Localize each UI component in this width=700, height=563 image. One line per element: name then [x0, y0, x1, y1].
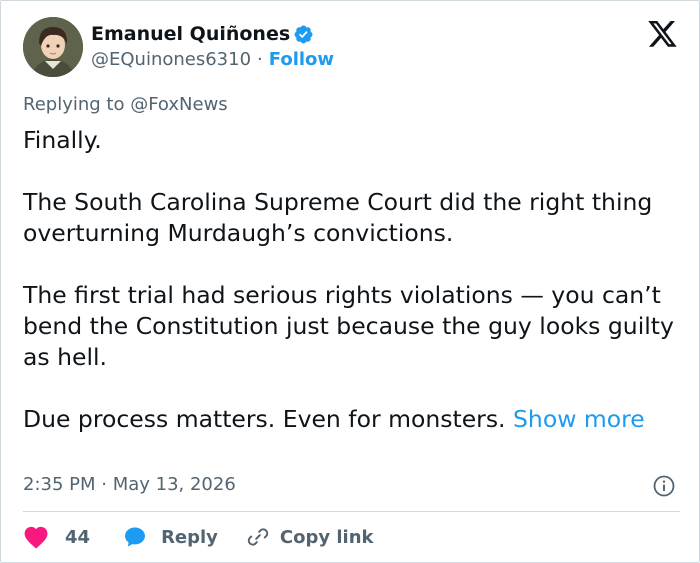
avatar[interactable]	[23, 17, 83, 77]
reply-label: Reply	[161, 526, 218, 548]
tweet-card: Emanuel Quiñones @EQuinones6310 · Follow…	[0, 0, 700, 563]
show-more-link[interactable]: Show more	[513, 405, 645, 433]
divider	[23, 511, 680, 512]
info-icon[interactable]	[652, 474, 676, 498]
heart-icon	[24, 526, 48, 549]
like-count: 44	[65, 526, 91, 548]
reply-button[interactable]: Reply	[123, 525, 218, 549]
tweet-paragraph: Due process matters. Even for monsters.	[23, 405, 506, 433]
copy-link-button[interactable]: Copy link	[246, 525, 374, 549]
author-name-row: Emanuel Quiñones	[91, 22, 314, 46]
x-logo-icon[interactable]	[648, 21, 678, 48]
copy-link-label: Copy link	[279, 526, 374, 548]
replying-to-label: Replying to @FoxNews	[23, 94, 228, 115]
tweet-paragraph: The first trial had serious rights viola…	[23, 281, 674, 371]
tweet-timestamp[interactable]: 2:35 PM · May 13, 2026	[23, 474, 236, 495]
action-bar: 44 Reply Copy link	[23, 524, 374, 550]
author-handle-row: @EQuinones6310 · Follow	[91, 49, 334, 70]
like-button[interactable]: 44	[23, 525, 90, 549]
reply-bubble-icon	[125, 527, 146, 547]
follow-button[interactable]: Follow	[269, 49, 334, 70]
author-display-name[interactable]: Emanuel Quiñones	[91, 23, 290, 45]
tweet-paragraph: The South Carolina Supreme Court did the…	[23, 188, 653, 247]
link-icon	[247, 528, 269, 546]
tweet-text: Finally. The South Carolina Supreme Cour…	[23, 125, 683, 435]
author-handle[interactable]: @EQuinones6310	[91, 49, 251, 70]
tweet-paragraph: Finally.	[23, 126, 102, 154]
verified-badge-icon[interactable]	[293, 24, 314, 45]
separator-dot: ·	[257, 49, 263, 70]
tweet-paragraph-last: Due process matters. Even for monsters. …	[23, 404, 683, 435]
